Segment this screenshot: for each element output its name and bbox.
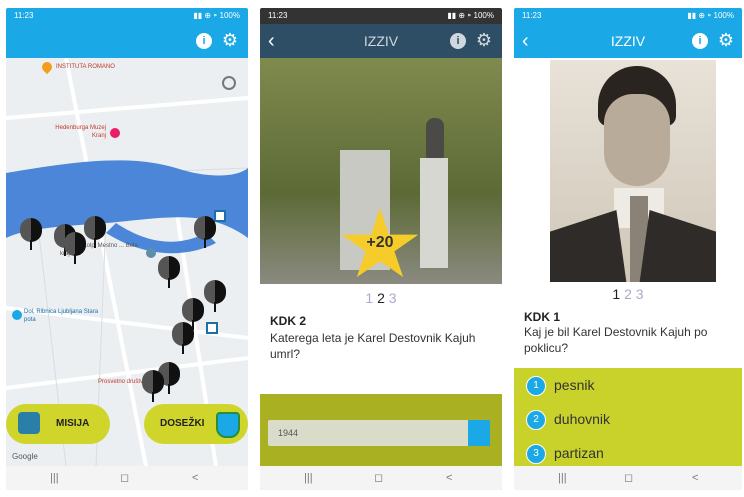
answer-option[interactable]: 3 partizan: [526, 442, 604, 465]
portrait-photo: [514, 58, 742, 288]
recent-apps-button[interactable]: |||: [304, 466, 313, 490]
mission-pin-icon[interactable]: [84, 216, 106, 248]
mission-pin-icon[interactable]: [142, 370, 164, 402]
answer-label: pesnik: [554, 377, 595, 393]
home-button[interactable]: ◻: [624, 466, 633, 490]
monument-pillar: [420, 158, 448, 268]
info-icon[interactable]: i: [692, 33, 708, 49]
hiking-boot-icon: [18, 412, 40, 434]
mission-button-label: MISIJA: [56, 418, 90, 429]
answer-panel: 1 pesnik 2 duhovnik 3 partizan: [514, 368, 742, 466]
gear-icon[interactable]: ⚙: [718, 30, 734, 50]
map-label-lower-left: Dol, Ribnica Ljubljana Stara pota: [24, 309, 99, 323]
question-text: Katerega leta je Karel Destovnik Kajuh u…: [270, 331, 476, 361]
question-text: Kaj je bil Karel Destovnik Kajuh po pokl…: [524, 325, 708, 355]
shield-badge-icon: [216, 412, 240, 438]
pager-item-active[interactable]: 2: [377, 290, 385, 306]
points-badge: +20: [366, 234, 394, 251]
home-button[interactable]: ◻: [120, 466, 129, 490]
recent-apps-button[interactable]: |||: [50, 466, 59, 490]
mission-button[interactable]: MISIJA: [6, 404, 110, 444]
pager-item[interactable]: 3: [389, 290, 397, 306]
info-icon[interactable]: i: [196, 33, 212, 49]
pager-indicator[interactable]: 1 2 3: [514, 286, 742, 302]
status-time: 11:23: [14, 11, 34, 20]
status-time: 11:23: [268, 11, 288, 20]
map-label-museum: Hedenburga Muzej Kranj: [55, 125, 106, 139]
status-indicators: ▮▮ ⊕ ⁍ 100%: [447, 11, 494, 20]
status-bar: 11:23 ▮▮ ⊕ ⁍ 100%: [6, 8, 248, 24]
status-bar: 11:23 ▮▮ ⊕ ⁍ 100%: [260, 8, 502, 24]
poi-marker-icon[interactable]: [146, 248, 156, 258]
gear-icon[interactable]: ⚙: [222, 30, 238, 50]
phone-challenge-input-screen: 11:23 ▮▮ ⊕ ⁍ 100% ‹ IZZIV i ⚙ +20 1 2 3 …: [260, 8, 502, 490]
back-button[interactable]: <: [192, 466, 198, 490]
home-button[interactable]: ◻: [374, 466, 383, 490]
mission-pin-icon[interactable]: [158, 256, 180, 288]
status-time: 11:23: [522, 11, 542, 20]
mission-pin-icon[interactable]: [194, 216, 216, 248]
portrait-frame: [550, 60, 716, 282]
phone-map-screen: 11:23 ▮▮ ⊕ ⁍ 100% i ⚙ INSTITUTA ROMANO H…: [6, 8, 248, 490]
status-indicators: ▮▮ ⊕ ⁍ 100%: [687, 11, 734, 20]
phone-challenge-choices-screen: 11:23 ▮▮ ⊕ ⁍ 100% ‹ IZZIV i ⚙ 1 2 3 KDK …: [514, 8, 742, 490]
back-button[interactable]: <: [446, 466, 452, 490]
gear-icon[interactable]: ⚙: [476, 30, 492, 50]
submit-button[interactable]: [468, 420, 490, 446]
achievements-button[interactable]: DOSEŽKI: [144, 404, 248, 444]
mission-pin-icon[interactable]: [20, 218, 42, 250]
poi-marker-icon[interactable]: [12, 310, 22, 320]
map-label-top: INSTITUTA ROMANO: [56, 64, 115, 70]
mission-pin-icon[interactable]: [172, 322, 194, 354]
answer-number-badge: 1: [526, 376, 546, 397]
bust-statue: [426, 118, 444, 158]
question-label: KDK 1: [524, 310, 561, 324]
status-indicators: ▮▮ ⊕ ⁍ 100%: [193, 11, 240, 20]
info-icon[interactable]: i: [450, 33, 466, 49]
museum-marker-icon[interactable]: [110, 128, 120, 138]
pager-item[interactable]: 2: [624, 286, 632, 302]
answer-label: duhovnik: [554, 411, 611, 427]
system-nav-bar: ||| ◻ <: [260, 466, 502, 490]
blue-square-marker-icon[interactable]: [206, 322, 218, 334]
pager-item-active[interactable]: 1: [612, 286, 620, 302]
back-button[interactable]: <: [692, 466, 698, 490]
google-logo: Google: [12, 452, 38, 461]
answer-option[interactable]: 1 pesnik: [526, 374, 595, 397]
answer-input[interactable]: 1944: [268, 420, 490, 446]
pager-item[interactable]: 3: [636, 286, 644, 302]
answer-number-badge: 2: [526, 410, 546, 431]
answer-number-badge: 3: [526, 444, 546, 465]
status-bar: 11:23 ▮▮ ⊕ ⁍ 100%: [514, 8, 742, 24]
app-bar: i ⚙: [6, 24, 248, 58]
mission-pin-icon[interactable]: [64, 232, 86, 264]
answer-input-value: 1944: [278, 428, 299, 438]
pager-item[interactable]: 1: [365, 290, 373, 306]
pager-indicator[interactable]: 1 2 3: [260, 290, 502, 306]
monument-photo: +20: [260, 58, 502, 284]
app-bar: ‹ IZZIV i ⚙: [260, 24, 502, 58]
question-label: KDK 2: [270, 314, 307, 328]
location-target-icon[interactable]: [222, 76, 236, 90]
system-nav-bar: ||| ◻ <: [514, 466, 742, 490]
app-bar: ‹ IZZIV i ⚙: [514, 24, 742, 58]
recent-apps-button[interactable]: |||: [558, 466, 567, 490]
mission-pin-icon[interactable]: [204, 280, 226, 312]
system-nav-bar: ||| ◻ <: [6, 466, 248, 490]
answer-label: partizan: [554, 445, 604, 461]
portrait-face: [604, 94, 670, 186]
answer-option[interactable]: 2 duhovnik: [526, 408, 611, 431]
achievements-button-label: DOSEŽKI: [160, 418, 205, 429]
